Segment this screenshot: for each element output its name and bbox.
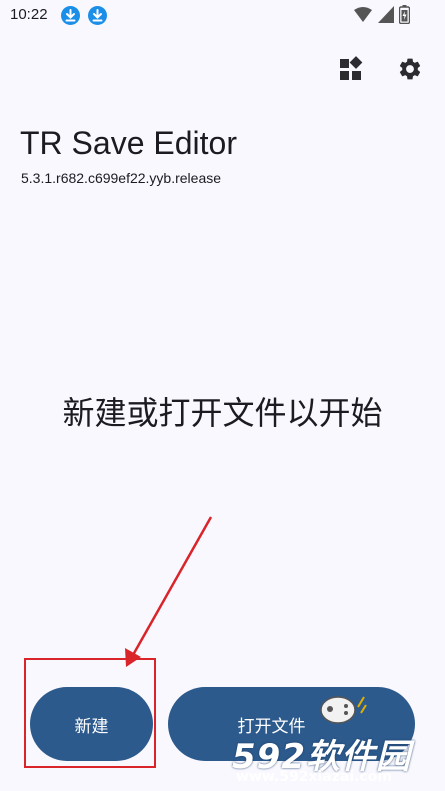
empty-state-message: 新建或打开文件以开始 [62, 394, 383, 432]
app-version: 5.3.1.r682.c699ef22.yyb.release [21, 170, 222, 186]
new-button[interactable]: 新建 [30, 687, 153, 761]
settings-icon[interactable] [397, 56, 423, 82]
watermark-url: www.592xiazai.com [236, 769, 392, 785]
download-icon [61, 6, 80, 25]
new-button-label: 新建 [74, 716, 109, 737]
widgets-icon[interactable] [338, 56, 364, 82]
battery-icon [399, 5, 410, 24]
wifi-icon [354, 7, 372, 22]
status-bar: 10:22 [0, 0, 445, 32]
status-time: 10:22 [10, 6, 48, 23]
open-file-button[interactable]: 打开文件 [168, 687, 415, 761]
signal-icon [378, 6, 394, 23]
open-file-button-label: 打开文件 [237, 716, 306, 737]
app-title: TR Save Editor [20, 125, 237, 161]
download-icon [88, 6, 107, 25]
